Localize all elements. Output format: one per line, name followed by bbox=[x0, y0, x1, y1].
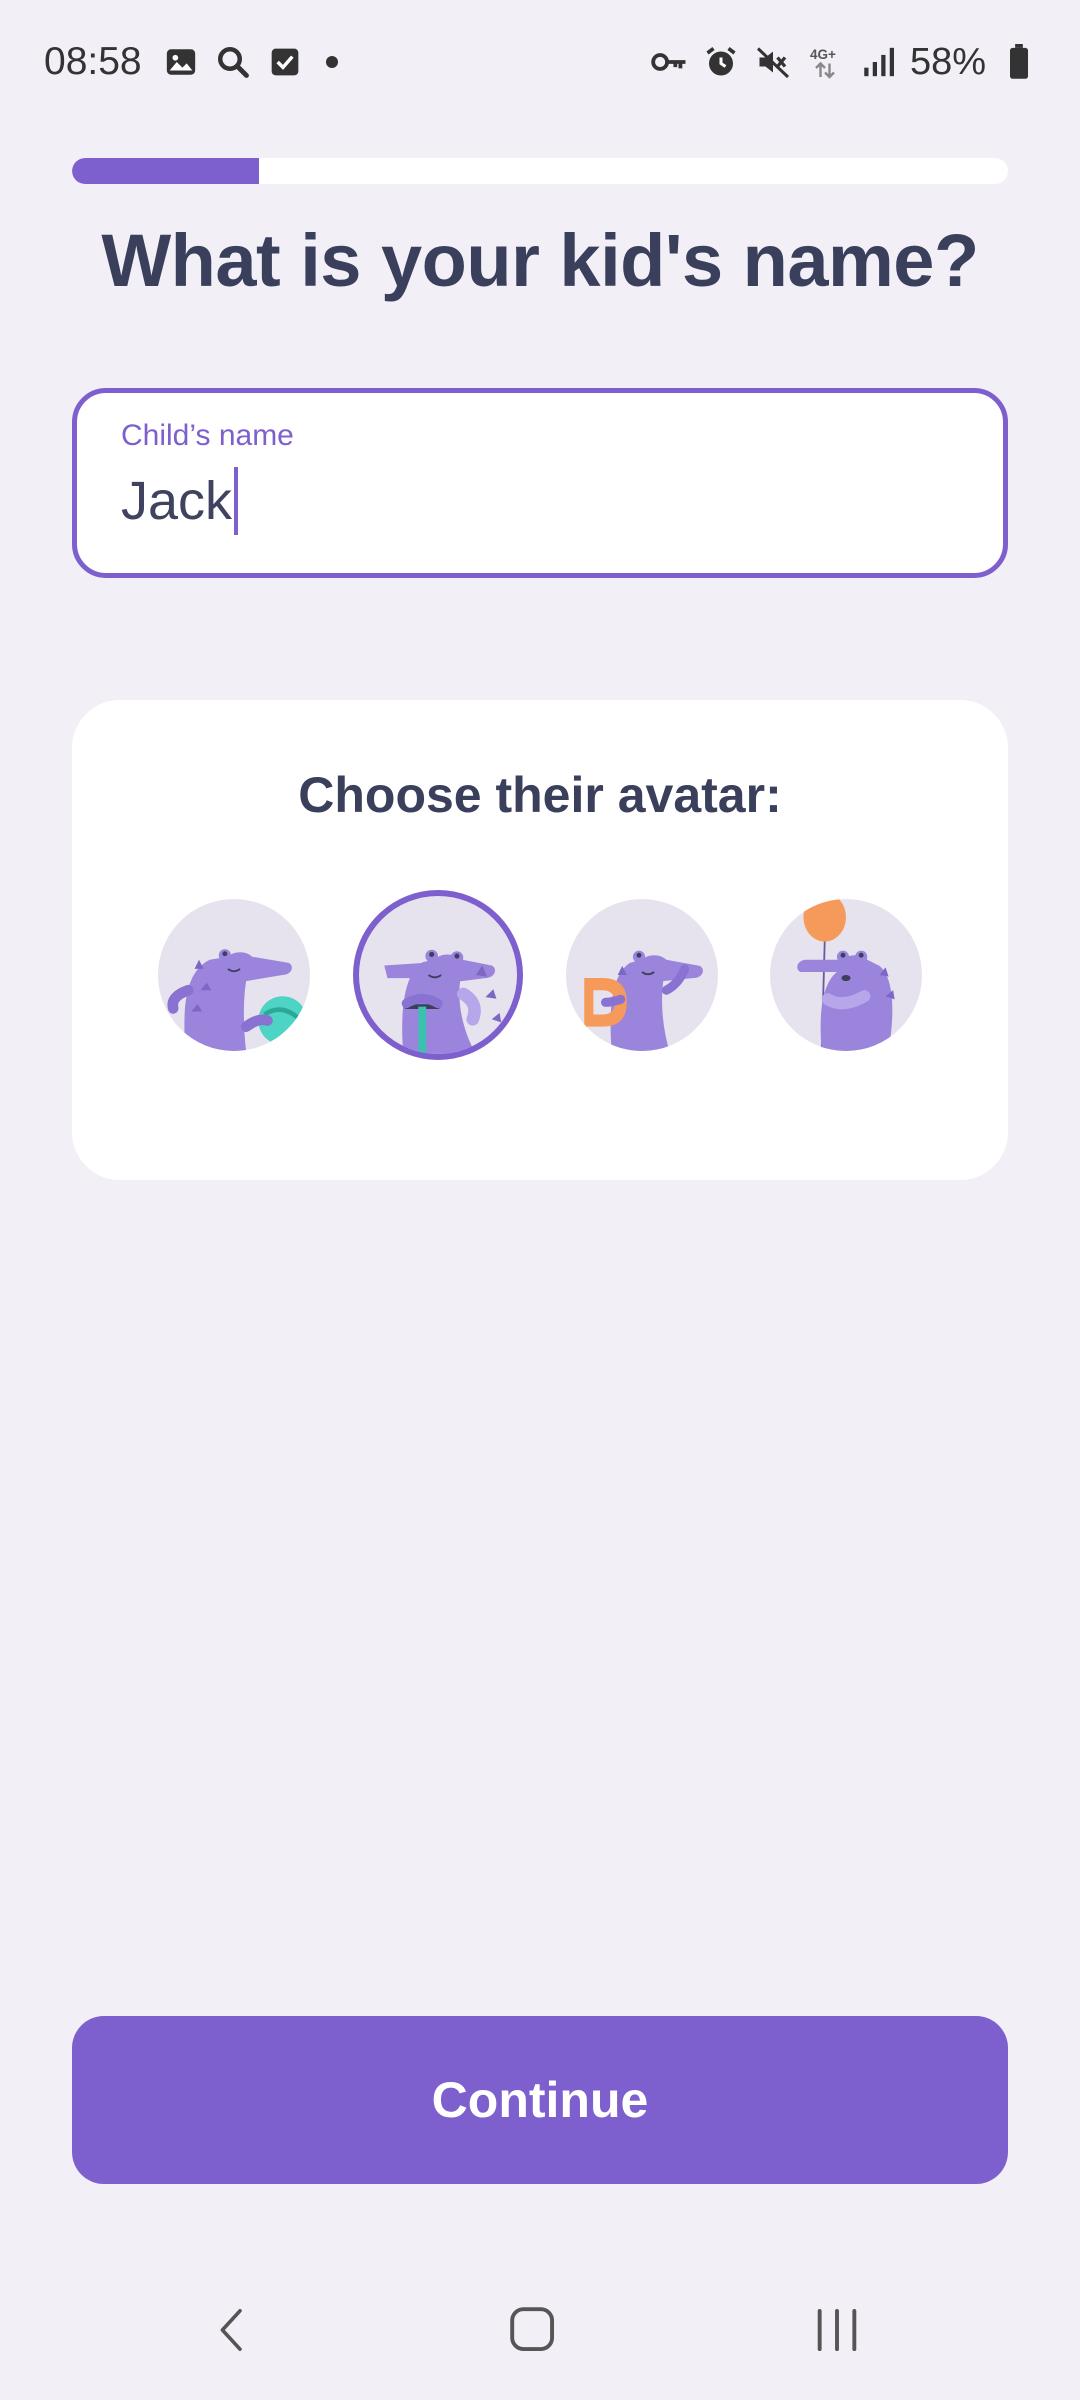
progress-fill bbox=[72, 158, 260, 184]
back-icon bbox=[220, 2309, 242, 2351]
child-name-input[interactable]: Jack bbox=[121, 467, 1003, 535]
child-name-value: Jack bbox=[121, 471, 233, 531]
avatar-option-3[interactable] bbox=[566, 899, 718, 1051]
battery-icon bbox=[1000, 43, 1038, 81]
crocodile-balloon-icon bbox=[797, 899, 895, 1051]
dot-icon bbox=[325, 56, 338, 68]
svg-text:4G+: 4G+ bbox=[810, 47, 836, 62]
back-button[interactable] bbox=[182, 2280, 282, 2380]
alarm-icon bbox=[702, 43, 740, 81]
avatar-options bbox=[72, 890, 1008, 1060]
child-name-field[interactable]: Child’s name Jack bbox=[72, 388, 1008, 578]
status-left: 08:58 bbox=[44, 40, 338, 84]
recents-button[interactable] bbox=[787, 2280, 887, 2380]
text-caret bbox=[234, 467, 239, 535]
gallery-icon bbox=[162, 43, 200, 81]
avatar-option-2[interactable] bbox=[353, 890, 523, 1060]
avatar-heading: Choose their avatar: bbox=[298, 767, 782, 823]
checkbox-icon bbox=[266, 43, 304, 81]
signal-icon bbox=[858, 43, 896, 81]
crocodile-scooter-icon bbox=[384, 949, 502, 1054]
status-time: 08:58 bbox=[44, 40, 142, 83]
home-button[interactable] bbox=[483, 2280, 583, 2380]
status-bar: 08:58 4G+ 58% bbox=[0, 0, 1080, 124]
screen: 08:58 4G+ 58% What is your kid's name? C… bbox=[0, 0, 1080, 2400]
battery-percent: 58% bbox=[909, 40, 986, 83]
avatar-card: Choose their avatar: bbox=[72, 700, 1008, 1180]
4g-icon: 4G+ bbox=[806, 43, 844, 81]
child-name-label: Child’s name bbox=[121, 419, 294, 452]
crocodile-ball-icon bbox=[167, 949, 307, 1051]
search-icon bbox=[214, 43, 252, 81]
home-icon bbox=[510, 2307, 555, 2352]
mute-icon bbox=[754, 43, 792, 81]
crocodile-letter-icon bbox=[584, 950, 703, 1051]
avatar-option-1[interactable] bbox=[158, 899, 310, 1051]
continue-button[interactable]: Continue bbox=[72, 2016, 1008, 2184]
avatar-option-4[interactable] bbox=[770, 899, 922, 1051]
recents-icon bbox=[817, 2308, 857, 2352]
page-title: What is your kid's name? bbox=[101, 219, 979, 302]
vpn-key-icon bbox=[650, 43, 688, 81]
system-nav-bar bbox=[0, 2280, 1080, 2380]
progress-bar bbox=[72, 158, 1008, 184]
status-right: 4G+ 58% bbox=[650, 41, 1038, 84]
